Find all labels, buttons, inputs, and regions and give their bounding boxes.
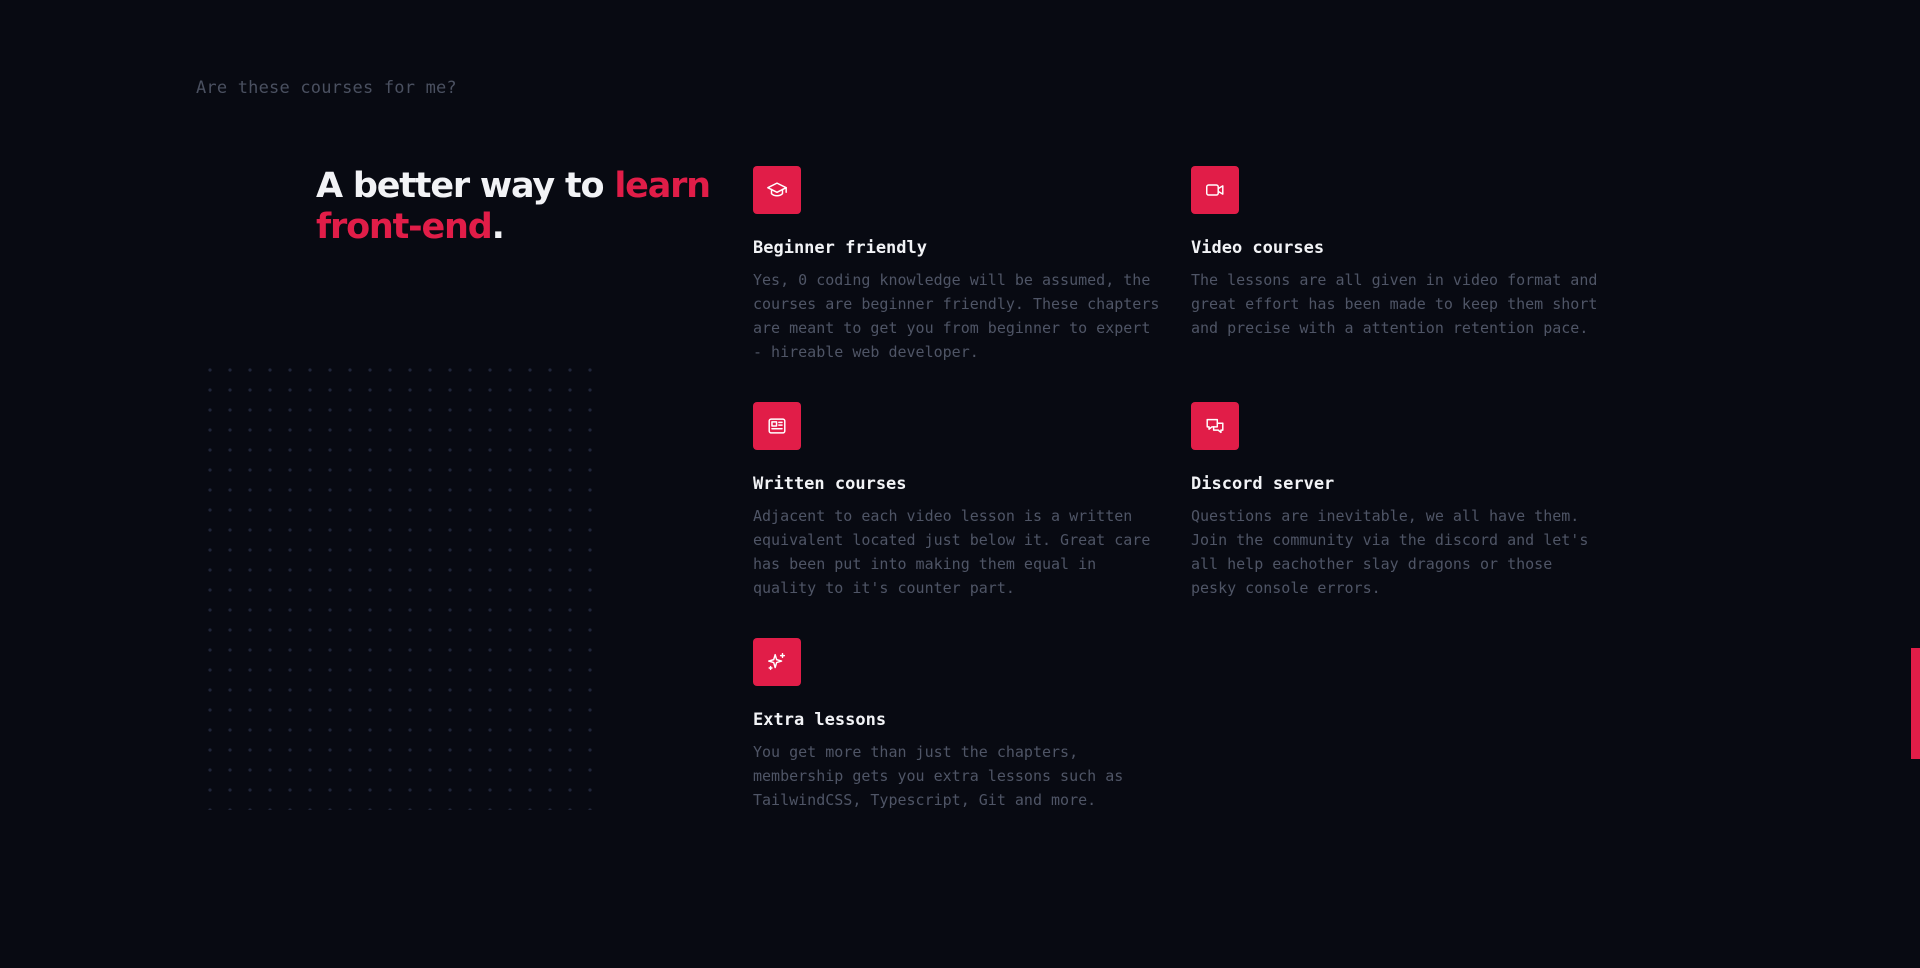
feature-video-courses: Video courses The lessons are all given …	[1191, 166, 1601, 340]
feature-description: The lessons are all given in video forma…	[1191, 271, 1598, 337]
video-camera-icon	[1191, 166, 1239, 214]
feature-description: Questions are inevitable, we all have th…	[1191, 507, 1589, 597]
feature-description: Adjacent to each video lesson is a writt…	[753, 507, 1151, 597]
feature-title: Discord server	[1191, 474, 1335, 494]
chat-bubbles-icon	[1191, 402, 1239, 450]
feature-beginner-friendly: Beginner friendly Yes, 0 coding knowledg…	[753, 166, 1163, 364]
feature-title: Beginner friendly	[753, 238, 927, 258]
feature-title: Video courses	[1191, 238, 1325, 258]
feature-title: Extra lessons	[753, 710, 887, 730]
dot-grid-decoration	[200, 360, 600, 810]
headline-period: .	[491, 207, 505, 247]
scrollbar-thumb[interactable]	[1911, 648, 1920, 759]
feature-written-courses: Written courses Adjacent to each video l…	[753, 402, 1163, 600]
sparkles-icon	[753, 638, 801, 686]
newspaper-icon	[753, 402, 801, 450]
graduation-cap-icon	[753, 166, 801, 214]
feature-description: You get more than just the chapters, mem…	[753, 743, 1124, 809]
feature-discord-server: Discord server Questions are inevitable,…	[1191, 402, 1601, 600]
section-eyebrow: Are these courses for me?	[196, 78, 457, 98]
feature-extra-lessons: Extra lessons You get more than just the…	[753, 638, 1163, 812]
section-headline: A better way to learn front-end.	[316, 166, 716, 248]
feature-title: Written courses	[753, 474, 907, 494]
feature-description: Yes, 0 coding knowledge will be assumed,…	[753, 271, 1160, 361]
headline-text: A better way to	[316, 166, 615, 206]
